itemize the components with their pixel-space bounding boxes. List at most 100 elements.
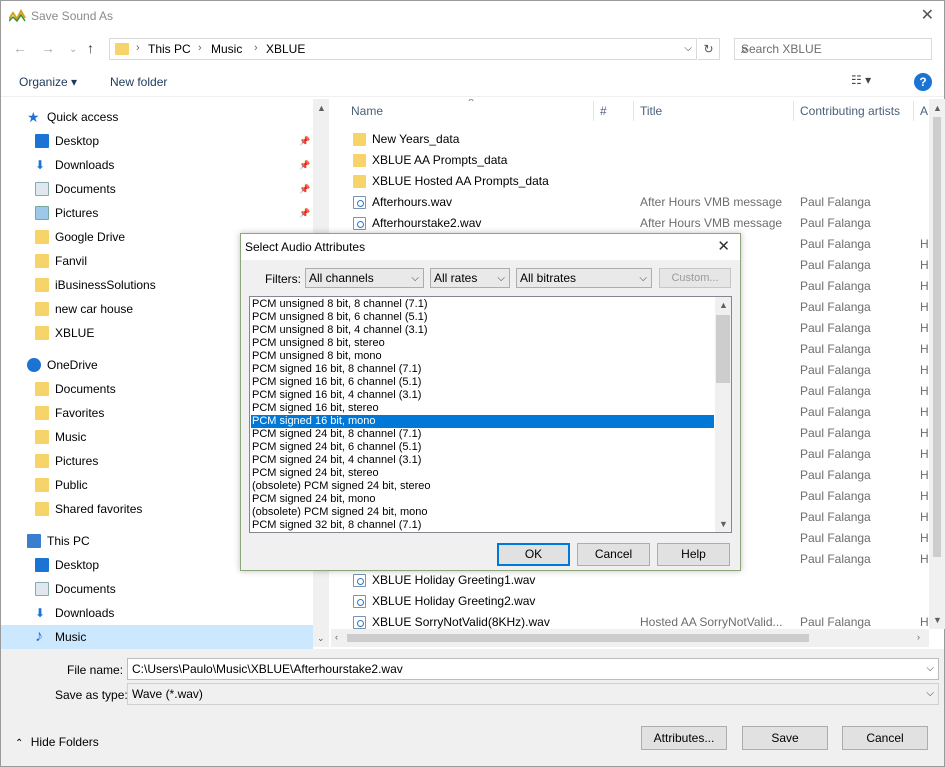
sidebar-item-downloads[interactable]: ⬇ Downloads: [1, 601, 313, 625]
audio-format-item[interactable]: PCM signed 16 bit, 4 channel (3.1): [251, 389, 714, 402]
pin-icon[interactable]: 📌: [299, 177, 310, 201]
file-list-horizontal-scrollbar[interactable]: ‹ ›: [331, 629, 929, 647]
dialog-help-button[interactable]: Help: [657, 543, 730, 566]
file-row[interactable]: XBLUE AA Prompts_data: [331, 150, 929, 171]
chevron-down-icon[interactable]: ⌵: [926, 659, 934, 679]
column-divider[interactable]: [593, 101, 594, 121]
desktop-icon: [35, 558, 49, 572]
audio-format-item[interactable]: (obsolete) PCM signed 24 bit, stereo: [251, 480, 714, 493]
scroll-thumb[interactable]: [347, 634, 809, 642]
audio-format-item[interactable]: PCM unsigned 8 bit, mono: [251, 350, 714, 363]
back-arrow-icon[interactable]: ←: [13, 40, 27, 56]
format-list-scrollbar[interactable]: ▲ ▼: [715, 297, 731, 532]
file-row[interactable]: XBLUE SorryNotValid(8KHz).wav Hosted AA S…: [331, 612, 929, 629]
save-button[interactable]: Save: [742, 726, 828, 750]
file-row[interactable]: Afterhourstake2.wav After Hours VMB messa…: [331, 213, 929, 234]
scroll-up-icon[interactable]: ▲: [317, 103, 326, 113]
file-artist: Paul Falanga: [800, 363, 871, 377]
breadcrumb-this-pc[interactable]: This PC: [148, 42, 191, 56]
scroll-down-icon[interactable]: ▼: [719, 519, 728, 529]
audio-format-item[interactable]: PCM signed 24 bit, 8 channel (7.1): [251, 428, 714, 441]
audio-format-item[interactable]: PCM signed 16 bit, 6 channel (5.1): [251, 376, 714, 389]
rates-filter-select[interactable]: All rates ⌵: [430, 268, 510, 288]
chevron-down-icon[interactable]: ⌵: [684, 43, 692, 54]
help-button[interactable]: ?: [914, 73, 932, 91]
audio-format-item[interactable]: PCM unsigned 8 bit, 8 channel (7.1): [251, 298, 714, 311]
breadcrumb-xblue[interactable]: XBLUE: [266, 42, 305, 56]
sidebar-item-documents[interactable]: Documents 📌: [1, 177, 313, 201]
file-name-input[interactable]: C:\Users\Paulo\Music\XBLUE\Afterhourstak…: [127, 658, 939, 680]
column-header-contributing-artists[interactable]: Contributing artists: [800, 99, 900, 123]
audio-format-item[interactable]: PCM unsigned 8 bit, stereo: [251, 337, 714, 350]
scroll-down-icon[interactable]: ▼: [933, 615, 942, 625]
column-divider[interactable]: [913, 101, 914, 121]
audio-file-icon: [353, 574, 366, 587]
cancel-button[interactable]: Cancel: [842, 726, 928, 750]
scroll-right-icon[interactable]: ›: [917, 632, 920, 642]
audio-format-item[interactable]: PCM signed 16 bit, mono: [251, 415, 714, 428]
file-artist: Paul Falanga: [800, 258, 871, 272]
close-icon[interactable]: ✕: [921, 5, 934, 25]
new-folder-button[interactable]: New folder: [110, 75, 167, 89]
scroll-thumb[interactable]: [933, 117, 941, 557]
file-row[interactable]: XBLUE Hosted AA Prompts_data: [331, 171, 929, 192]
file-row[interactable]: New Years_data: [331, 129, 929, 150]
audio-format-item[interactable]: PCM unsigned 8 bit, 4 channel (3.1): [251, 324, 714, 337]
audio-format-list[interactable]: PCM signed 32 bit, 8 channel (7.1) (obsol…: [249, 296, 732, 533]
change-view-icon[interactable]: ☷ ▾: [851, 73, 871, 87]
file-list-vertical-scrollbar[interactable]: ▲ ▼: [929, 99, 945, 629]
sidebar-item-documents[interactable]: Documents: [1, 577, 313, 601]
audio-format-item[interactable]: (obsolete) PCM signed 24 bit, mono: [251, 506, 714, 519]
chevron-down-icon[interactable]: ⌵: [926, 684, 934, 704]
audio-format-item[interactable]: PCM signed 24 bit, 6 channel (5.1): [251, 441, 714, 454]
scroll-thumb[interactable]: [716, 315, 730, 383]
sidebar-item-desktop[interactable]: Desktop 📌: [1, 129, 313, 153]
channels-filter-select[interactable]: All channels ⌵: [305, 268, 424, 288]
audio-format-item[interactable]: PCM signed 24 bit, 4 channel (3.1): [251, 454, 714, 467]
audio-format-item[interactable]: PCM signed 16 bit, stereo: [251, 402, 714, 415]
audio-format-item[interactable]: PCM signed 24 bit, mono: [251, 493, 714, 506]
file-artist: Paul Falanga: [800, 300, 871, 314]
attributes-button[interactable]: Attributes...: [641, 726, 727, 750]
chevron-down-icon: ⌵: [639, 273, 647, 284]
column-divider[interactable]: [793, 101, 794, 121]
save-as-type-select[interactable]: Wave (*.wav) ⌵: [127, 683, 939, 705]
forward-arrow-icon[interactable]: →: [41, 40, 55, 56]
column-divider[interactable]: [633, 101, 634, 121]
close-icon[interactable]: ✕: [717, 237, 730, 255]
scroll-up-icon[interactable]: ▲: [933, 103, 942, 113]
scroll-left-icon[interactable]: ‹: [335, 632, 338, 642]
sidebar-item-pictures[interactable]: Pictures 📌: [1, 201, 313, 225]
column-header-name[interactable]: Name: [351, 99, 383, 123]
file-row[interactable]: Afterhours.wav After Hours VMB message Pau…: [331, 192, 929, 213]
recent-chevron-icon[interactable]: ⌄: [69, 44, 77, 55]
audio-format-item[interactable]: PCM signed 32 bit, 8 channel (7.1): [251, 519, 714, 532]
organize-button[interactable]: Organize ▾: [19, 75, 77, 89]
dialog-cancel-button[interactable]: Cancel: [577, 543, 650, 566]
hide-folders-button[interactable]: ⌃ Hide Folders: [15, 735, 99, 749]
file-row[interactable]: XBLUE Holiday Greeting2.wav: [331, 591, 929, 612]
file-row[interactable]: XBLUE Holiday Greeting1.wav: [331, 570, 929, 591]
breadcrumb-music[interactable]: Music: [211, 42, 242, 56]
ok-button[interactable]: OK: [497, 543, 570, 566]
column-header-title[interactable]: Title: [640, 99, 662, 123]
pin-icon[interactable]: 📌: [299, 153, 310, 177]
sidebar-item-quick-access[interactable]: ★ Quick access: [1, 105, 313, 129]
column-header-number[interactable]: #: [600, 99, 607, 123]
scroll-down-icon[interactable]: ⌄: [317, 633, 325, 644]
custom-button: Custom...: [659, 268, 731, 288]
pin-icon[interactable]: 📌: [299, 129, 310, 153]
sidebar-item-downloads[interactable]: ⬇ Downloads 📌: [1, 153, 313, 177]
audio-format-item[interactable]: PCM unsigned 8 bit, 6 channel (5.1): [251, 311, 714, 324]
column-header-album[interactable]: A: [920, 99, 928, 123]
audio-format-item[interactable]: PCM signed 16 bit, 8 channel (7.1): [251, 363, 714, 376]
search-input[interactable]: Search XBLUE ⌕: [734, 38, 932, 60]
scroll-up-icon[interactable]: ▲: [719, 300, 728, 310]
address-bar[interactable]: › This PC › Music › XBLUE ⌵: [109, 38, 697, 60]
audio-format-item[interactable]: PCM signed 24 bit, stereo: [251, 467, 714, 480]
sidebar-item-music[interactable]: ♪ Music: [1, 625, 313, 649]
pin-icon[interactable]: 📌: [299, 201, 310, 225]
up-arrow-icon[interactable]: ↑: [87, 40, 94, 56]
refresh-button[interactable]: ↻: [698, 38, 720, 60]
bitrates-filter-select[interactable]: All bitrates ⌵: [516, 268, 652, 288]
